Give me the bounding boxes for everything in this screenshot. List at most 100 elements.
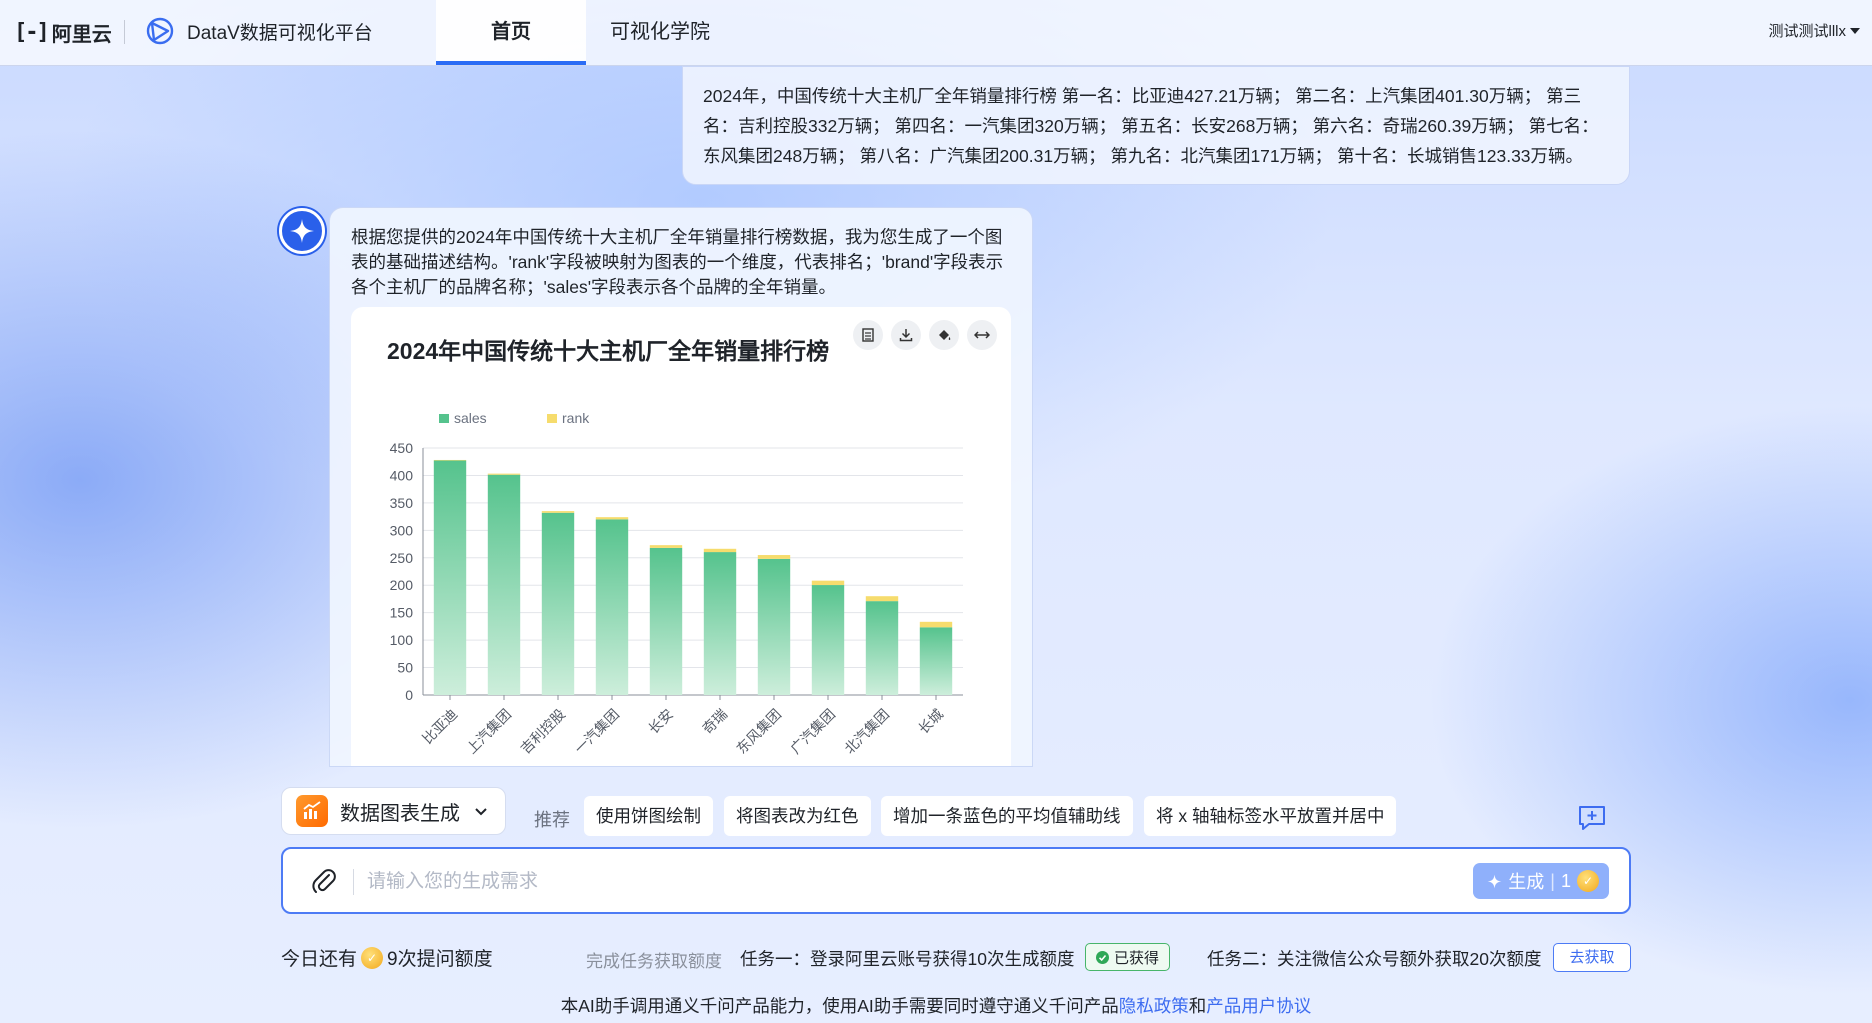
- footer-text: 本AI助手调用通义千问产品能力，使用AI助手需要同时遵守通义千问产品: [560, 996, 1119, 1016]
- privacy-policy-link[interactable]: 隐私政策: [1119, 996, 1189, 1016]
- generate-button[interactable]: 生成 | 1 ✓: [1473, 863, 1609, 899]
- bar-chart: 2024年中国传统十大主机厂全年销量排行榜 sales rank 0 50 100 150 2…: [387, 338, 963, 757]
- today-quota: 今日还有 ✓ 9次提问额度: [281, 944, 493, 971]
- bar-rank: [649, 545, 683, 548]
- bar-sales: [487, 474, 521, 695]
- bar-sales: [649, 547, 683, 695]
- x-tick-label: 比亚迪: [419, 706, 460, 747]
- bar-sales: [811, 585, 845, 695]
- suggestion-chip[interactable]: 增加一条蓝色的平均值辅助线: [881, 796, 1133, 836]
- assistant-message-text: 根据您提供的2024年中国传统十大主机厂全年销量排行榜数据，我为您生成了一个图表…: [351, 227, 1004, 297]
- assistant-message: 根据您提供的2024年中国传统十大主机厂全年销量排行榜数据，我为您生成了一个图表…: [329, 207, 1033, 767]
- color-theme-button[interactable]: [929, 320, 959, 350]
- x-tick-label: 长城: [915, 706, 946, 737]
- bar-rank: [433, 459, 467, 461]
- generate-cost: 1: [1560, 870, 1571, 891]
- bar-rank: [541, 511, 575, 513]
- footer-disclaimer: 本AI助手调用通义千问产品能力，使用AI助手需要同时遵守通义千问产品隐私政策和产…: [0, 993, 1872, 1018]
- check-circle-icon: [1096, 950, 1109, 964]
- y-tick-label: 100: [390, 632, 414, 648]
- y-tick-label: 400: [390, 467, 414, 483]
- chart-card: 2024年中国传统十大主机厂全年销量排行榜 sales rank 0 50 100 150 2…: [351, 307, 1011, 766]
- sparkle-icon: [290, 219, 314, 243]
- download-button[interactable]: [891, 320, 921, 350]
- x-tick-label: 北汽集团: [841, 706, 892, 757]
- bar-sales: [757, 558, 791, 695]
- download-icon: [899, 329, 913, 342]
- chart-title: 2024年中国传统十大主机厂全年销量排行榜: [387, 338, 829, 364]
- mode-select-label: 数据图表生成: [340, 802, 460, 825]
- footer-and: 和: [1188, 996, 1207, 1016]
- bar-sales: [595, 519, 629, 695]
- suggestion-chip[interactable]: 使用饼图绘制: [584, 796, 713, 836]
- coin-icon: ✓: [1577, 870, 1599, 892]
- x-tick-label: 吉利控股: [517, 706, 568, 757]
- bar-sales: [865, 601, 899, 695]
- tab-academy[interactable]: 可视化学院: [600, 0, 720, 65]
- task-two-get-button[interactable]: 去获取: [1553, 943, 1631, 972]
- datav-logo[interactable]: DataV数据可视化平台: [143, 14, 373, 48]
- x-tick-label: 奇瑞: [699, 706, 730, 737]
- y-tick-label: 0: [405, 687, 413, 703]
- chart-mode-icon: [296, 795, 328, 827]
- user-agreement-link[interactable]: 产品用户协议: [1206, 996, 1311, 1016]
- bar-rank: [757, 555, 791, 559]
- task-two: 任务二：关注微信公众号额外获取20次额度: [1207, 949, 1542, 969]
- suggestion-chip[interactable]: 将 x 轴轴标签水平放置并居中: [1144, 796, 1397, 836]
- expand-width-button[interactable]: [967, 320, 997, 350]
- x-tick-label: 东风集团: [733, 706, 784, 757]
- bar-sales: [919, 627, 953, 695]
- coin-icon: ✓: [361, 946, 384, 969]
- assistant-avatar: [279, 208, 325, 254]
- x-tick-label: 长安: [645, 706, 676, 737]
- bar-rank: [811, 580, 845, 586]
- data-table-button[interactable]: [853, 320, 883, 350]
- y-tick-label: 150: [390, 605, 414, 621]
- bar-rank: [865, 596, 899, 602]
- table-icon: [862, 328, 874, 342]
- generate-label: 生成: [1508, 872, 1545, 892]
- bar-sales: [703, 552, 737, 695]
- prompt-input[interactable]: [365, 861, 1369, 903]
- generate-divider: |: [1550, 870, 1555, 891]
- y-tick-label: 250: [390, 550, 414, 566]
- legend-swatch-rank: [547, 414, 557, 423]
- chevron-down-icon: [475, 808, 487, 816]
- paint-bucket-icon: [938, 329, 950, 340]
- today-prefix: 今日还有: [281, 949, 358, 970]
- chart-toolbar: [853, 320, 997, 350]
- y-tick-label: 50: [397, 660, 413, 676]
- mode-select[interactable]: 数据图表生成: [281, 787, 506, 835]
- bar-rank: [919, 621, 953, 628]
- legend-swatch-sales: [439, 414, 449, 423]
- user-message: 2024年，中国传统十大主机厂全年销量排行榜 第一名：比亚迪427.21万辆； …: [682, 66, 1630, 185]
- task-one-status-badge: 已获得: [1085, 943, 1171, 971]
- task-one-status: 已获得: [1114, 949, 1160, 967]
- user-menu[interactable]: 测试测试lllx: [1768, 20, 1860, 41]
- datav-icon: [146, 17, 174, 45]
- arrows-horizontal-icon: [974, 331, 990, 339]
- recommend-label: 推荐: [534, 810, 570, 830]
- paperclip-icon: [312, 869, 336, 893]
- y-tick-label: 450: [390, 440, 414, 456]
- user-name: 测试测试lllx: [1768, 23, 1847, 40]
- bar-sales: [541, 512, 575, 695]
- tab-home[interactable]: 首页: [436, 0, 586, 65]
- task-one: 任务一：登录阿里云账号获得10次生成额度: [740, 949, 1075, 969]
- input-divider: [353, 869, 354, 895]
- caret-down-icon: [1850, 27, 1860, 34]
- today-suffix: 9次提问额度: [387, 949, 493, 970]
- new-chat-button[interactable]: [1578, 805, 1606, 836]
- bar-rank: [703, 548, 737, 553]
- y-tick-label: 350: [390, 495, 414, 511]
- bar-rank: [595, 517, 629, 520]
- x-tick-label: 一汽集团: [571, 706, 622, 757]
- attach-button[interactable]: [311, 867, 337, 900]
- new-chat-icon: [1579, 806, 1605, 830]
- legend-label-sales: sales: [454, 410, 487, 426]
- legend-label-rank: rank: [562, 410, 590, 426]
- suggestion-chip[interactable]: 将图表改为红色: [724, 796, 871, 836]
- aliyun-logo[interactable]: [-] 阿里云: [14, 17, 112, 47]
- logo-divider: [124, 20, 125, 44]
- sparkle-icon: [1487, 874, 1502, 888]
